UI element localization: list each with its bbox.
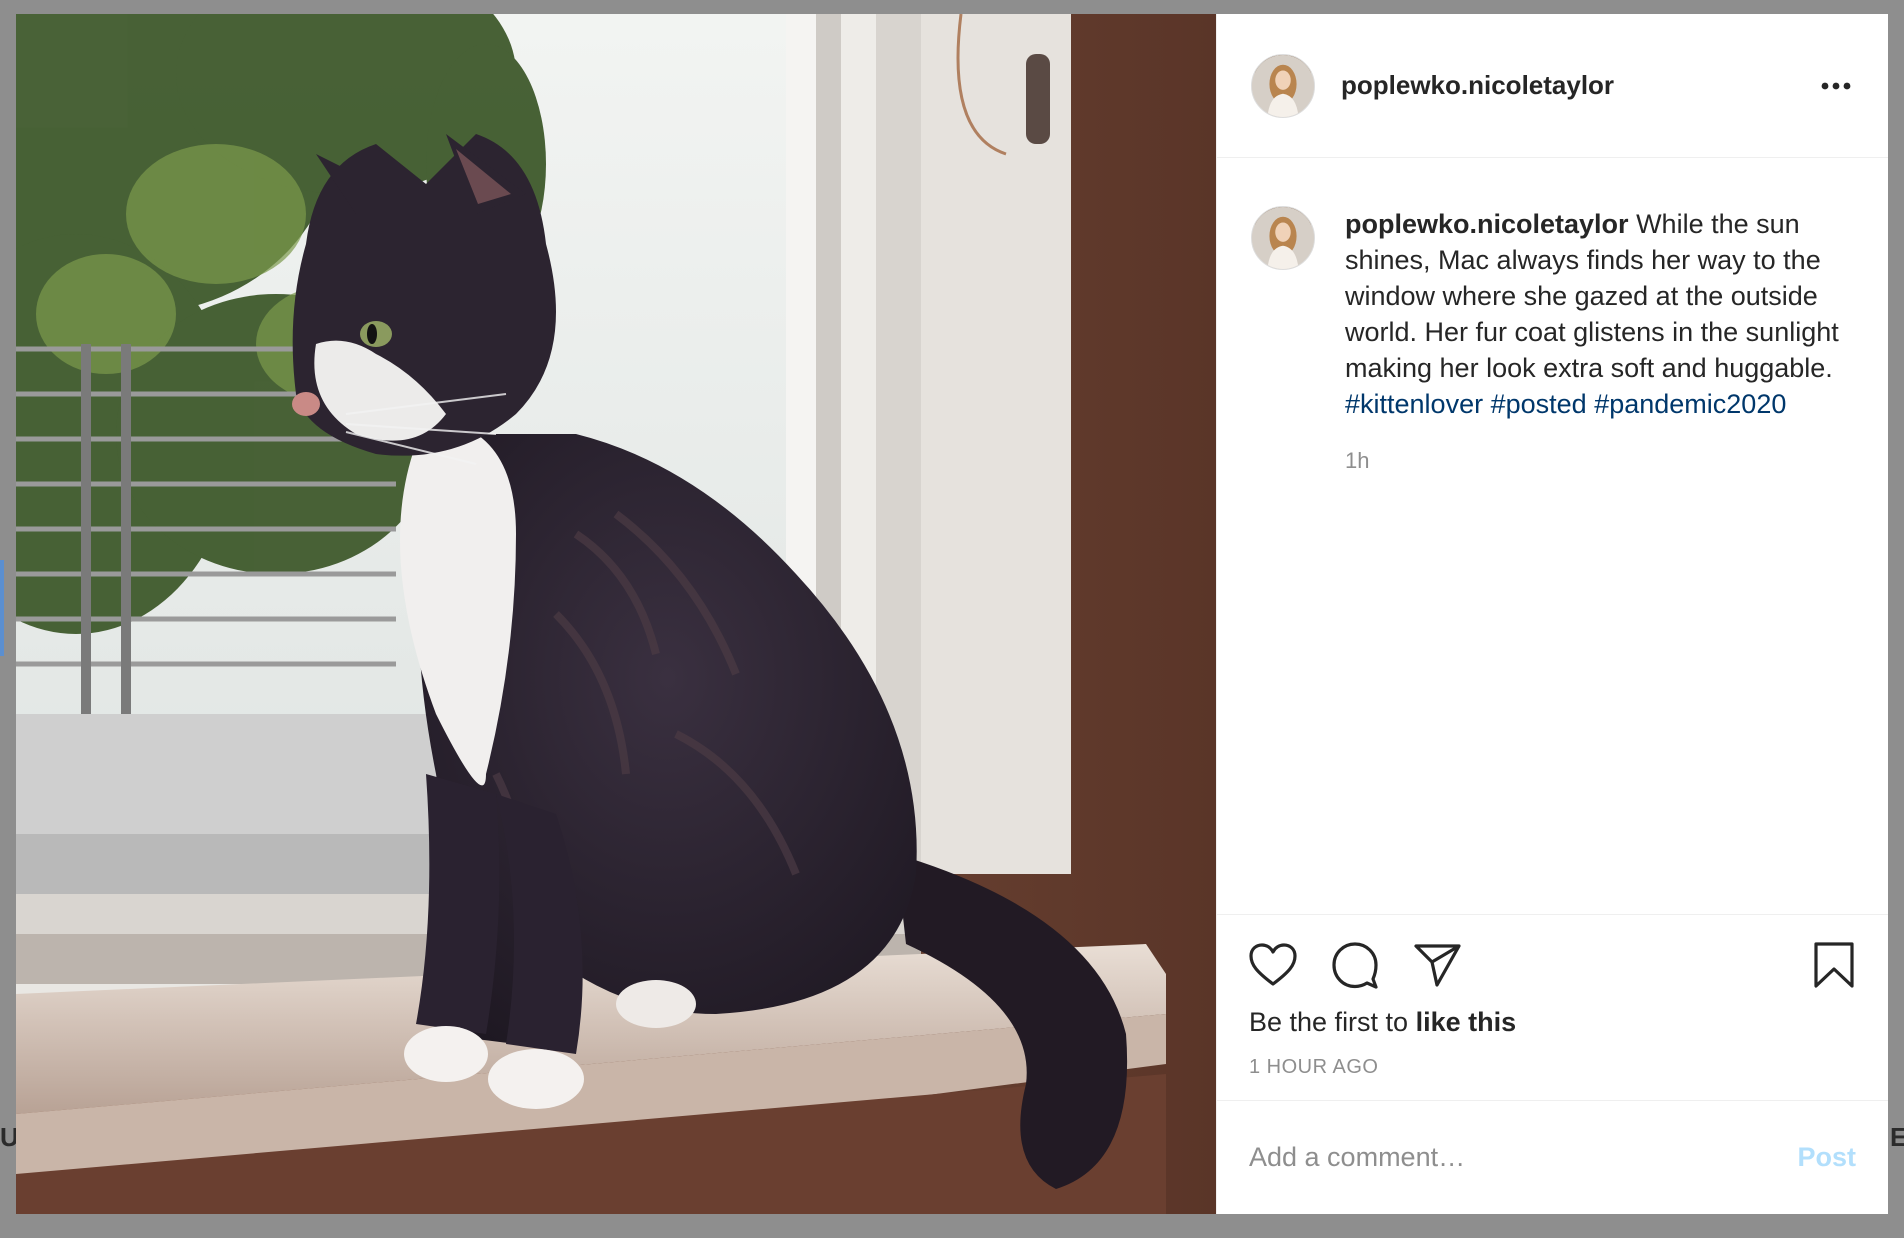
caption-time-ago[interactable]: 1h bbox=[1345, 448, 1855, 474]
share-icon bbox=[1414, 944, 1461, 987]
comment-form: Post bbox=[1217, 1100, 1888, 1214]
caption-comment: poplewko.nicoletaylor While the sun shin… bbox=[1251, 206, 1856, 474]
comment-icon bbox=[1332, 942, 1378, 989]
backdrop-accent-line bbox=[0, 560, 4, 656]
caption-avatar[interactable] bbox=[1251, 206, 1315, 270]
post-photo[interactable] bbox=[16, 14, 1216, 1214]
post-side-panel: poplewko.nicoletaylor poplewko.nicoletay… bbox=[1216, 14, 1888, 1214]
more-options-button[interactable] bbox=[1816, 66, 1856, 106]
header-username[interactable]: poplewko.nicoletaylor bbox=[1341, 70, 1816, 101]
caption-username[interactable]: poplewko.nicoletaylor bbox=[1345, 209, 1629, 239]
like-this-link[interactable]: like this bbox=[1416, 1007, 1517, 1037]
comment-button[interactable] bbox=[1331, 941, 1379, 989]
likes-summary: Be the first to like this bbox=[1249, 1007, 1858, 1038]
caption-body: poplewko.nicoletaylor While the sun shin… bbox=[1345, 206, 1855, 474]
cat-photo-illustration bbox=[16, 14, 1216, 1214]
hashtag-link[interactable]: #kittenlover bbox=[1345, 389, 1483, 419]
action-icons bbox=[1249, 937, 1858, 993]
post-timestamp[interactable]: 1 HOUR AGO bbox=[1249, 1056, 1858, 1079]
post-comment-button[interactable]: Post bbox=[1797, 1142, 1856, 1173]
post-modal: poplewko.nicoletaylor poplewko.nicoletay… bbox=[16, 14, 1888, 1214]
comments-area: poplewko.nicoletaylor While the sun shin… bbox=[1217, 158, 1888, 914]
heart-icon bbox=[1249, 943, 1297, 986]
share-button[interactable] bbox=[1413, 941, 1461, 989]
avatar-image bbox=[1252, 207, 1314, 269]
hashtag-link[interactable]: #posted bbox=[1491, 389, 1587, 419]
post-header: poplewko.nicoletaylor bbox=[1217, 14, 1888, 158]
like-button[interactable] bbox=[1249, 941, 1297, 989]
backdrop-text-right: E bbox=[1890, 1122, 1904, 1152]
more-horizontal-icon bbox=[1821, 82, 1851, 89]
comment-input[interactable] bbox=[1249, 1142, 1798, 1173]
avatar-image bbox=[1252, 54, 1314, 117]
avatar[interactable] bbox=[1251, 53, 1315, 118]
caption-text: poplewko.nicoletaylor While the sun shin… bbox=[1345, 206, 1855, 422]
save-button[interactable] bbox=[1810, 941, 1858, 989]
likes-prefix: Be the first to bbox=[1249, 1007, 1409, 1037]
bookmark-icon bbox=[1814, 942, 1854, 988]
hashtag-link[interactable]: #pandemic2020 bbox=[1594, 389, 1786, 419]
actions-section: Be the first to like this 1 HOUR AGO bbox=[1217, 914, 1888, 1100]
